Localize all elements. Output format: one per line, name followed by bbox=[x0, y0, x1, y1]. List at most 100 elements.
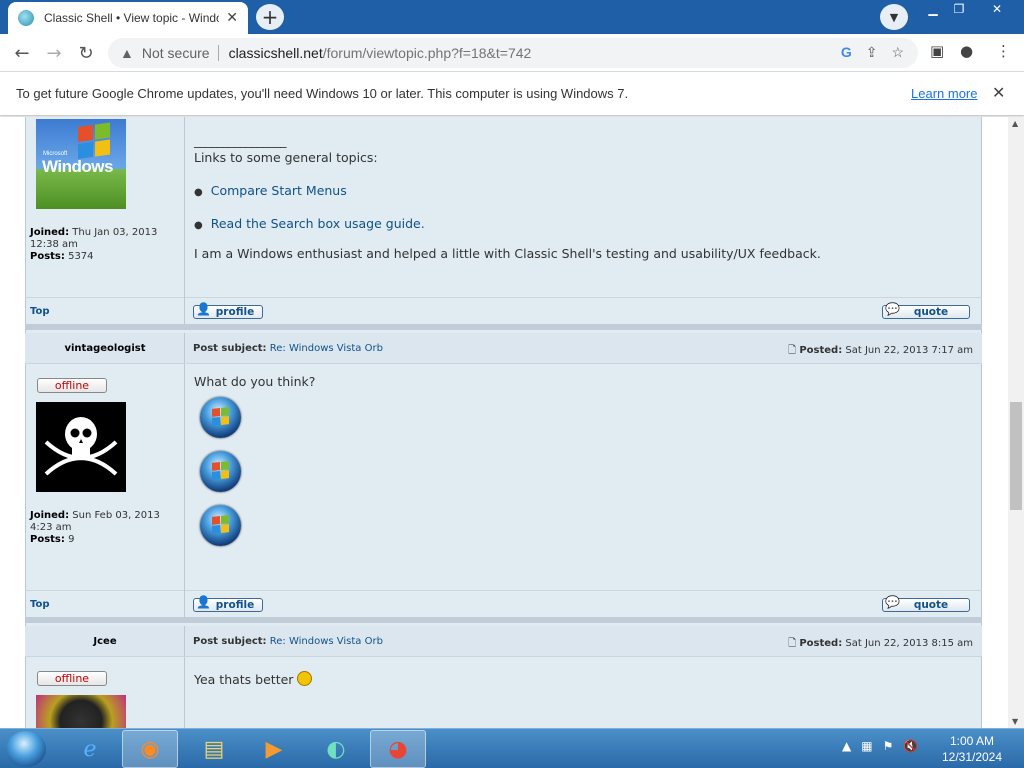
joined-value: Sun Feb 03, 2013 bbox=[72, 510, 160, 521]
arrow-right-icon: → bbox=[46, 42, 62, 64]
new-tab-button[interactable]: + bbox=[256, 4, 284, 30]
site-favicon-icon bbox=[18, 10, 34, 26]
joined-time: 4:23 am bbox=[30, 522, 72, 533]
media-player-icon[interactable]: ▶ bbox=[246, 730, 302, 768]
joined-value: Thu Jan 03, 2013 bbox=[72, 227, 158, 238]
forward-button[interactable]: → bbox=[42, 41, 66, 65]
posted-label: Posted: bbox=[799, 638, 843, 649]
column-divider bbox=[184, 590, 185, 618]
online-status-badge: offline bbox=[37, 378, 107, 393]
avatar-jolly-roger bbox=[36, 402, 126, 492]
quote-button[interactable]: 💬 quote bbox=[882, 302, 970, 319]
clock-time: 1:00 AM bbox=[949, 734, 995, 748]
scrollbar-thumb[interactable] bbox=[1010, 402, 1022, 510]
posts-value: 5374 bbox=[68, 251, 94, 262]
infobar-close-icon[interactable]: ✕ bbox=[992, 83, 1005, 103]
signature-rule: ________________ bbox=[194, 133, 287, 148]
share-icon[interactable]: ⇪ bbox=[866, 44, 878, 61]
compare-start-menus-link[interactable]: Compare Start Menus bbox=[211, 183, 347, 198]
joined-time: 12:38 am bbox=[30, 239, 78, 250]
quote-label: quote bbox=[913, 306, 949, 318]
user-icon: 👤 bbox=[196, 302, 211, 316]
firefox-icon[interactable]: ◉ bbox=[122, 730, 178, 768]
signature-link-item: ● Read the Search box usage guide. bbox=[194, 216, 425, 231]
vista-orb-image bbox=[200, 505, 241, 546]
window-close-button[interactable]: ✕ bbox=[972, 0, 1022, 18]
post-author[interactable]: Jcee bbox=[25, 636, 185, 647]
post-icon[interactable]: 🗋 bbox=[788, 345, 796, 356]
top-link[interactable]: Top bbox=[30, 306, 50, 317]
post-subject: Post subject: Re: Windows Vista Orb bbox=[193, 636, 383, 647]
file-explorer-icon[interactable]: ▤ bbox=[186, 730, 242, 768]
vista-orb-image bbox=[200, 451, 241, 492]
scroll-down-icon[interactable]: ▼ bbox=[1012, 717, 1018, 726]
joined-label: Joined: bbox=[30, 510, 70, 521]
skull-crossbones-icon bbox=[44, 417, 118, 476]
subject-link[interactable]: Re: Windows Vista Orb bbox=[270, 636, 383, 647]
search-guide-link[interactable]: Read the Search box usage guide. bbox=[211, 216, 425, 231]
security-label[interactable]: Not secure bbox=[142, 45, 210, 61]
windows-flag-icon bbox=[212, 407, 229, 426]
quote-button[interactable]: 💬 quote bbox=[882, 595, 970, 612]
column-divider bbox=[184, 117, 185, 299]
show-hidden-icons-icon[interactable]: ▲ bbox=[842, 739, 851, 753]
page-scrollbar[interactable]: ▲ ▼ bbox=[1008, 117, 1024, 728]
posted-label: Posted: bbox=[799, 345, 843, 356]
joined-label: Joined: bbox=[30, 227, 70, 238]
windows-flag-icon bbox=[212, 515, 229, 534]
windows-flag-icon bbox=[212, 461, 229, 480]
tab-close-icon[interactable]: ✕ bbox=[226, 10, 238, 26]
classic-shell-icon[interactable]: ◐ bbox=[308, 730, 364, 768]
smile-emoji-icon bbox=[297, 671, 313, 686]
volume-muted-icon[interactable]: 🔇 bbox=[903, 739, 918, 753]
quote-label: quote bbox=[913, 599, 949, 611]
action-center-flag-icon[interactable]: ⚑ bbox=[883, 739, 894, 753]
posted-value: Sat Jun 22, 2013 8:15 am bbox=[845, 638, 973, 649]
warning-icon: ▲ bbox=[120, 45, 134, 61]
restore-button[interactable]: ❐ bbox=[944, 0, 974, 18]
menu-kebab-icon[interactable]: ⋮ bbox=[996, 42, 1011, 60]
start-orb-button[interactable] bbox=[6, 731, 46, 767]
infobar-message: To get future Google Chrome updates, you… bbox=[16, 86, 629, 101]
subject-label: Post subject: bbox=[193, 343, 267, 354]
address-bar[interactable]: ▲ Not secure classicshell.net /forum/vie… bbox=[108, 38, 918, 68]
network-icon[interactable]: ▦ bbox=[861, 739, 872, 753]
profile-label: profile bbox=[215, 599, 255, 611]
web-page: Microsoft Windows Joined: Thu Jan 03, 20… bbox=[0, 117, 1008, 728]
quote-icon: 💬 bbox=[885, 302, 900, 316]
profile-button[interactable]: 👤 profile bbox=[193, 595, 263, 612]
tab-title: Classic Shell • View topic - Windows Vis… bbox=[44, 11, 219, 25]
signature-link-item: ● Compare Start Menus bbox=[194, 183, 347, 198]
windows-taskbar: ℯ ◉ ▤ ▶ ◐ ◕ ▲ ▦ ⚑ 🔇 1:00 AM 12/31/2024 bbox=[0, 728, 1024, 768]
bookmark-star-icon[interactable]: ☆ bbox=[891, 44, 904, 61]
internet-explorer-icon[interactable]: ℯ bbox=[62, 730, 118, 768]
row-divider bbox=[25, 656, 982, 657]
posts-value: 9 bbox=[68, 534, 75, 545]
profile-avatar-icon[interactable]: ● bbox=[960, 42, 973, 60]
column-divider bbox=[184, 333, 185, 591]
avatar-caption: Windows bbox=[42, 157, 113, 176]
back-button[interactable]: ← bbox=[10, 41, 34, 65]
reload-button[interactable]: ↻ bbox=[74, 41, 98, 65]
chrome-icon[interactable]: ◕ bbox=[370, 730, 426, 768]
system-clock[interactable]: 1:00 AM 12/31/2024 bbox=[938, 733, 1006, 765]
post-icon[interactable]: 🗋 bbox=[788, 638, 796, 649]
learn-more-link[interactable]: Learn more bbox=[911, 86, 977, 101]
top-link[interactable]: Top bbox=[30, 599, 50, 610]
tab-search-button[interactable]: ▼ bbox=[880, 4, 908, 30]
post-author[interactable]: vintageologist bbox=[25, 343, 185, 354]
browser-tab[interactable]: Classic Shell • View topic - Windows Vis… bbox=[8, 2, 248, 34]
scroll-up-icon[interactable]: ▲ bbox=[1012, 119, 1018, 128]
subject-link[interactable]: Re: Windows Vista Orb bbox=[270, 343, 383, 354]
system-tray: ▲ ▦ ⚑ 🔇 bbox=[842, 739, 918, 753]
online-status-badge: offline bbox=[37, 671, 107, 686]
clock-date: 12/31/2024 bbox=[941, 750, 1003, 764]
side-panel-icon[interactable]: ▣ bbox=[930, 42, 944, 60]
avatar-windows-xp: Microsoft Windows bbox=[36, 119, 126, 209]
row-divider bbox=[25, 297, 982, 298]
post-date: 🗋 Posted: Sat Jun 22, 2013 7:17 am bbox=[788, 343, 973, 360]
google-icon[interactable]: G bbox=[841, 44, 852, 61]
profile-button[interactable]: 👤 profile bbox=[193, 302, 263, 319]
posts-label: Posts: bbox=[30, 251, 65, 262]
column-divider bbox=[184, 297, 185, 325]
